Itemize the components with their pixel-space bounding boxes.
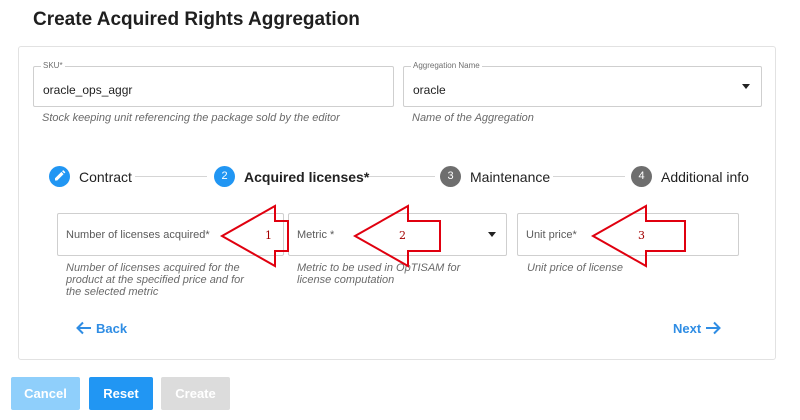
next-button[interactable]: Next [673,320,722,336]
callout-number-1: 1 [265,229,272,242]
callout-arrow-2 [352,204,441,268]
step-number-badge: 2 [214,166,235,187]
stepper-line [363,176,435,177]
arrow-left-icon [76,321,91,335]
aggregation-name-value: oracle [413,83,446,97]
number-of-licenses-placeholder: Number of licenses acquired* [66,229,210,241]
aggregation-name-hint: Name of the Aggregation [412,112,534,124]
page-title: Create Acquired Rights Aggregation [33,9,360,30]
aggregation-name-label: Aggregation Name [411,61,482,70]
metric-placeholder: Metric * [297,229,335,241]
unit-price-placeholder: Unit price* [526,229,577,241]
step-number-badge: 3 [440,166,461,187]
stepper-line [135,176,207,177]
callout-number-3: 3 [638,229,645,242]
stepper-line [553,176,625,177]
step-acquired-licenses-label: Acquired licenses* [244,169,370,185]
create-button: Create [161,377,230,410]
sku-label: SKU* [41,61,65,70]
step-contract-label: Contract [79,169,132,185]
sku-value: oracle_ops_aggr [43,83,133,97]
arrow-right-icon [706,321,722,335]
edit-pencil-icon [49,166,70,187]
step-number-badge: 4 [631,166,652,187]
next-button-label: Next [673,320,702,336]
callout-number-2: 2 [399,229,406,242]
callout-arrow-1 [219,204,289,268]
metric-dropdown-icon[interactable] [488,232,496,237]
back-button-label: Back [96,320,128,336]
step-additional-info-label: Additional info [661,169,749,185]
back-button[interactable]: Back [75,320,127,336]
reset-button[interactable]: Reset [89,377,153,410]
cancel-button[interactable]: Cancel [11,377,80,410]
aggregation-name-select[interactable]: Aggregation Name oracle [403,61,762,107]
sku-hint: Stock keeping unit referencing the packa… [42,112,340,124]
step-maintenance-label: Maintenance [470,169,551,185]
sku-field[interactable]: SKU* oracle_ops_aggr [33,61,394,107]
aggregation-dropdown-icon[interactable] [742,84,750,89]
